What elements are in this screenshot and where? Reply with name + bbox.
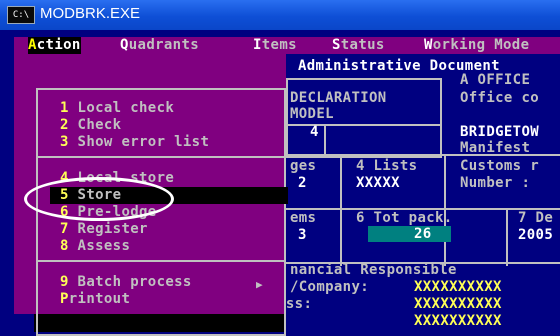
address-value-2: XXXXXXXXXX (414, 313, 502, 329)
menu-separator (36, 156, 286, 158)
menu-separator (36, 260, 286, 262)
menu-working-mode[interactable]: Working Mode (424, 37, 529, 54)
model-label: MODEL (290, 106, 334, 122)
declaration-label: DECLARATION (290, 90, 387, 106)
a-office-label: A OFFICE (460, 72, 531, 88)
financial-responsible-label: nancial Responsible (290, 262, 457, 278)
menu-action[interactable]: Action (28, 37, 81, 54)
highlight-circle (24, 177, 174, 221)
menu-item-printout[interactable]: Printout (60, 291, 130, 308)
company-value: XXXXXXXXXX (414, 279, 502, 295)
de-value: 2005 (518, 227, 554, 243)
company-label: /Company: (290, 279, 370, 295)
lists-value: XXXXX (356, 175, 400, 191)
menu-bar: Action Quadrants Items Status Working Mo… (14, 37, 560, 54)
divider (324, 124, 326, 156)
tot-pack-field[interactable] (368, 226, 451, 242)
items-value: 3 (298, 227, 307, 243)
office-code-label: Office co (460, 90, 540, 106)
menu-quadrants[interactable]: Quadrants (120, 37, 199, 54)
model-value: 4 (310, 124, 319, 140)
menu-item-check[interactable]: 2 Check (60, 117, 121, 134)
window-title: MODBRK.EXE (40, 5, 141, 22)
de-label: 7 De (518, 210, 554, 226)
console-area: Administrative Document A OFFICE Office … (0, 30, 560, 336)
menu-status[interactable]: Status (332, 37, 385, 54)
submenu-arrow-icon: ▶ (256, 278, 263, 291)
menu-item-assess[interactable]: 8 Assess (60, 238, 130, 255)
address-value-1: XXXXXXXXXX (414, 296, 502, 312)
menu-item-batch-process[interactable]: 9 Batch process (60, 274, 192, 291)
pages-label: ges (290, 158, 317, 174)
menu-item-register[interactable]: 7 Register (60, 221, 148, 238)
lists-label: 4 Lists (356, 158, 418, 174)
office-name: BRIDGETOW (460, 124, 540, 140)
pages-value: 2 (298, 175, 307, 191)
divider (286, 154, 560, 156)
divider (506, 210, 508, 266)
tot-pack-value[interactable]: 26 (414, 226, 432, 243)
number-label: Number : (460, 175, 531, 191)
console-icon: C:\ (7, 6, 35, 24)
menu-items[interactable]: Items (253, 37, 297, 54)
divider (340, 154, 342, 266)
menu-item-local-check[interactable]: 1 Local check (60, 100, 174, 117)
tot-pack-label: 6 Tot pack. (356, 210, 453, 226)
menu-item-show-error-list[interactable]: 3 Show error list (60, 134, 209, 151)
window-title-bar[interactable]: C:\ MODBRK.EXE (0, 0, 560, 30)
customs-label: Customs r (460, 158, 540, 174)
items-label: ems (290, 210, 317, 226)
